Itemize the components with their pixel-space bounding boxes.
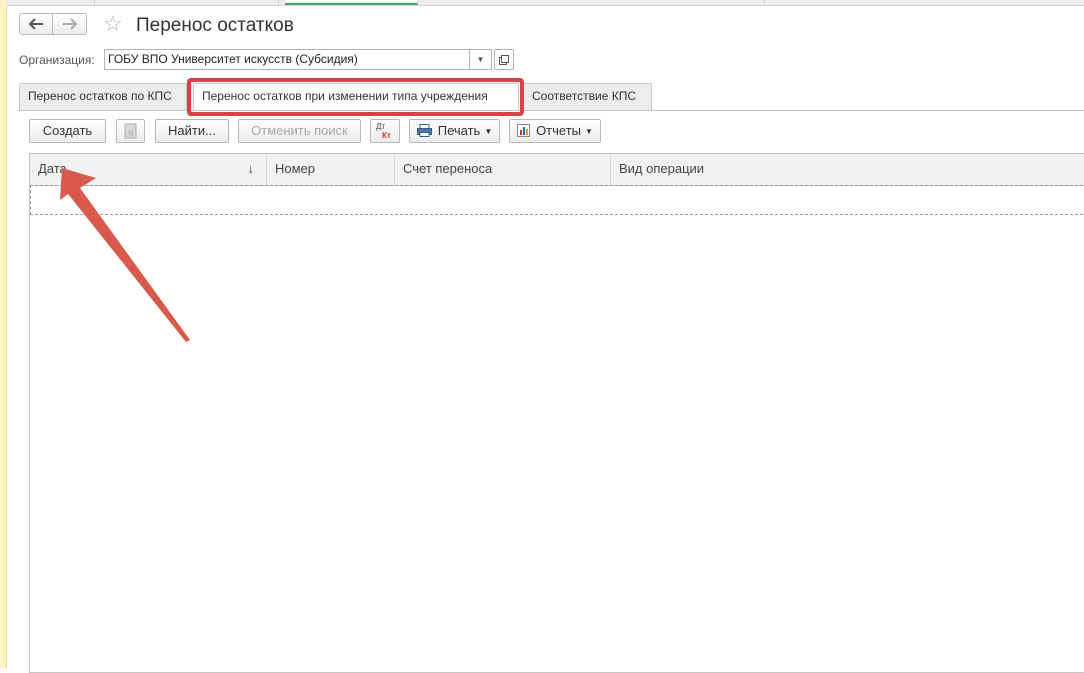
sort-down-icon: ↓ <box>247 161 255 176</box>
reports-label: Отчеты <box>536 123 581 138</box>
table-header: Дата ↓ Номер Счет переноса Вид операции <box>30 154 1084 186</box>
organization-dropdown-button[interactable]: ▼ <box>470 49 492 70</box>
chevron-down-icon: ▼ <box>585 126 593 136</box>
back-arrow-icon <box>28 18 43 30</box>
organization-open-button[interactable] <box>494 49 514 70</box>
kt-label: Кт <box>382 131 391 140</box>
tab-kps-mapping[interactable]: Соответствие КПС <box>523 83 652 110</box>
print-label: Печать <box>437 123 481 138</box>
tab-kps-transfer[interactable]: Перенос остатков по КПС <box>19 83 187 110</box>
documents-table[interactable]: Дата ↓ Номер Счет переноса Вид операции <box>29 153 1084 673</box>
window-tab-strip <box>6 0 1084 6</box>
back-button[interactable] <box>19 13 53 35</box>
print-button[interactable]: Печать ▼ <box>409 119 500 143</box>
tab-highlight-annotation <box>187 78 524 116</box>
window-tab[interactable] <box>6 0 95 5</box>
organization-label: Организация: <box>19 53 95 67</box>
copy-button[interactable] <box>116 119 145 143</box>
column-header-operation-type[interactable]: Вид операции <box>611 154 1084 185</box>
column-header-date[interactable]: Дата ↓ <box>30 154 267 185</box>
forward-arrow-icon <box>62 18 77 30</box>
left-panel-strip <box>0 0 7 668</box>
window-tab-active[interactable] <box>285 0 418 5</box>
table-row-focused-empty[interactable] <box>30 185 1084 215</box>
document-copy-icon <box>124 123 136 139</box>
star-icon[interactable]: ☆ <box>103 12 123 36</box>
column-header-transfer-account[interactable]: Счет переноса <box>395 154 611 185</box>
chevron-down-icon: ▼ <box>484 126 493 136</box>
report-icon <box>517 124 531 137</box>
window-tab[interactable] <box>94 0 279 5</box>
dt-kt-button[interactable]: Дт Кт <box>370 119 400 143</box>
find-button[interactable]: Найти... <box>155 119 229 143</box>
column-label: Дата <box>38 161 67 176</box>
organization-field[interactable]: ГОБУ ВПО Университет искусств (Субсидия) <box>104 49 470 70</box>
window-tab[interactable] <box>420 0 765 5</box>
column-header-number[interactable]: Номер <box>267 154 395 185</box>
create-button[interactable]: Создать <box>29 119 106 143</box>
forward-button[interactable] <box>53 13 87 35</box>
cancel-search-button[interactable]: Отменить поиск <box>238 119 361 143</box>
printer-icon <box>416 124 432 137</box>
reports-button[interactable]: Отчеты ▼ <box>509 119 601 143</box>
tabs-divider <box>18 110 1084 111</box>
open-window-icon <box>499 54 509 65</box>
dt-kt-icon: Дт Кт <box>376 120 394 140</box>
history-navigation <box>19 13 87 37</box>
page-title: Перенос остатков <box>136 15 294 36</box>
